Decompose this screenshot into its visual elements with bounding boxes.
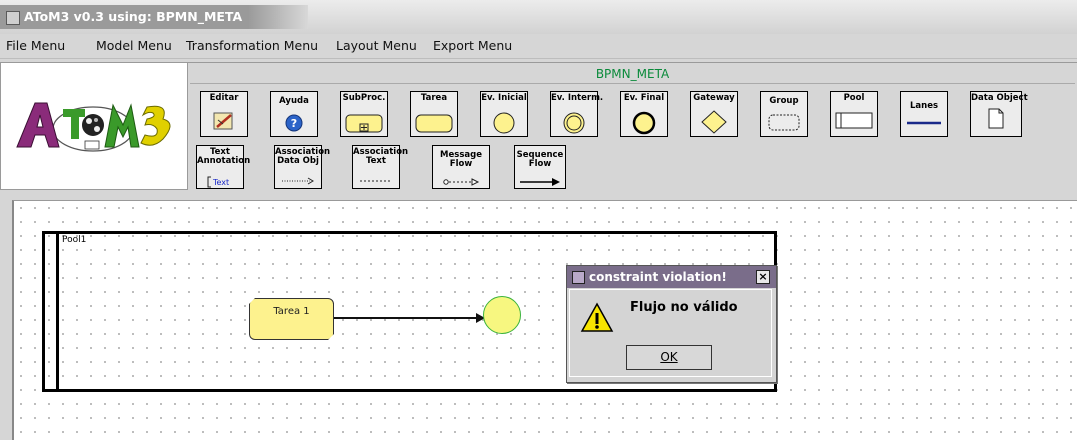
lanes-button[interactable]: Lanes [900,91,948,137]
warning-icon [580,302,614,332]
pool-label: Pool1 [62,235,87,245]
subprocess-icon [345,114,383,133]
task-shape[interactable]: Tarea 1 [249,298,334,340]
window-title-bar[interactable]: AToM3 v0.3 using: BPMN_META [0,0,1077,34]
ev-inicial-label: Ev. Inicial [481,93,527,103]
dialog-body: Flujo no válido OK [569,289,772,377]
data-object-icon [988,108,1004,129]
ev-final-label: Ev. Final [623,93,665,103]
tarea-button[interactable]: Tarea [410,91,458,137]
menu-bar: File Menu Model Menu Transformation Menu… [0,34,1077,59]
start-event-icon [493,112,515,134]
dialog-title-bar[interactable]: constraint violation! × [567,266,776,288]
title-bar-fade [248,5,308,29]
data-object-button[interactable]: Data Object [970,91,1028,137]
message-flow-icon [443,178,480,186]
toolbar-title: BPMN_META [595,67,670,81]
group-label: Group [769,96,799,106]
tarea-label: Tarea [420,93,448,103]
lanes-label: Lanes [909,101,939,111]
ev-interm-label: Ev. Interm. [551,93,604,103]
pool-icon [835,112,873,129]
association-data-icon [282,177,314,185]
association-data-button[interactable]: Association Data Obj [274,145,331,189]
menu-transformation[interactable]: Transformation Menu [186,38,318,53]
svg-text:?: ? [291,117,297,130]
association-text-label: Association Text [353,147,409,166]
ok-button[interactable]: OK [626,345,712,370]
task-label: Tarea 1 [273,306,310,317]
constraint-violation-dialog: constraint violation! × Flujo no válido … [566,265,777,383]
pool-button[interactable]: Pool [830,91,878,137]
editar-label: Editar [209,93,239,103]
text-annotation-icon: Text [207,176,229,188]
diagram-canvas[interactable]: Pool1 Tarea 1 [12,200,1077,440]
ev-inicial-button[interactable]: Ev. Inicial [480,91,528,137]
association-data-label: Association Data Obj [275,147,331,166]
window-title: AToM3 v0.3 using: BPMN_META [24,9,243,24]
ayuda-button[interactable]: Ayuda ? [270,91,318,137]
message-flow-button[interactable]: Message Flow [432,145,490,189]
sequence-flow-icon [520,178,560,186]
ok-label: OK [660,350,678,364]
data-object-label: Data Object [971,93,1028,103]
gateway-label: Gateway [693,93,735,103]
menu-layout[interactable]: Layout Menu [336,38,417,53]
logo-panel [0,62,188,190]
sequence-flow-label: Sequence Flow [516,150,564,169]
atom3-logo [16,102,171,152]
message-flow-label: Message Flow [440,150,482,169]
subproc-label: SubProc. [342,93,386,103]
dialog-close-button[interactable]: × [756,270,770,284]
ev-final-button[interactable]: Ev. Final [620,91,668,137]
association-text-icon [360,180,392,182]
editar-button[interactable]: Editar [200,91,248,137]
subproc-button[interactable]: SubProc. [340,91,388,137]
ev-interm-button[interactable]: Ev. Interm. [550,91,604,137]
menu-file[interactable]: File Menu [6,38,65,53]
intermediate-event-icon [563,112,585,134]
help-icon: ? [285,114,303,132]
gateway-button[interactable]: Gateway [690,91,738,137]
group-icon [768,114,800,131]
ayuda-label: Ayuda [279,96,309,106]
text-annotation-label: Text Annotation [197,146,250,166]
sequence-flow-connector[interactable] [334,317,484,319]
gateway-icon [701,110,727,134]
toolbar-divider [190,83,1075,84]
menu-export[interactable]: Export Menu [433,38,512,53]
pool-lane-divider [56,231,59,392]
window-icon[interactable] [6,11,20,25]
association-text-button[interactable]: Association Text [352,145,409,189]
text-annotation-button[interactable]: Text Annotation Text [196,145,250,189]
task-icon [415,114,453,133]
start-event-shape[interactable] [483,296,521,334]
sequence-flow-button[interactable]: Sequence Flow [514,145,566,189]
menu-model[interactable]: Model Menu [96,38,172,53]
toolbar: BPMN_META Editar Ayuda ? SubProc. Tarea … [188,62,1077,190]
end-event-icon [632,111,656,135]
dialog-message: Flujo no válido [630,300,738,315]
text-annotation-sample: Text [212,178,229,187]
editar-icon [213,112,233,130]
group-button[interactable]: Group [760,91,808,137]
dialog-title: constraint violation! [589,270,727,284]
pool-tool-label: Pool [843,93,865,103]
text-annotation-text: Text Annotation [197,147,251,166]
lanes-icon [907,121,941,125]
dialog-window-icon [572,271,585,284]
